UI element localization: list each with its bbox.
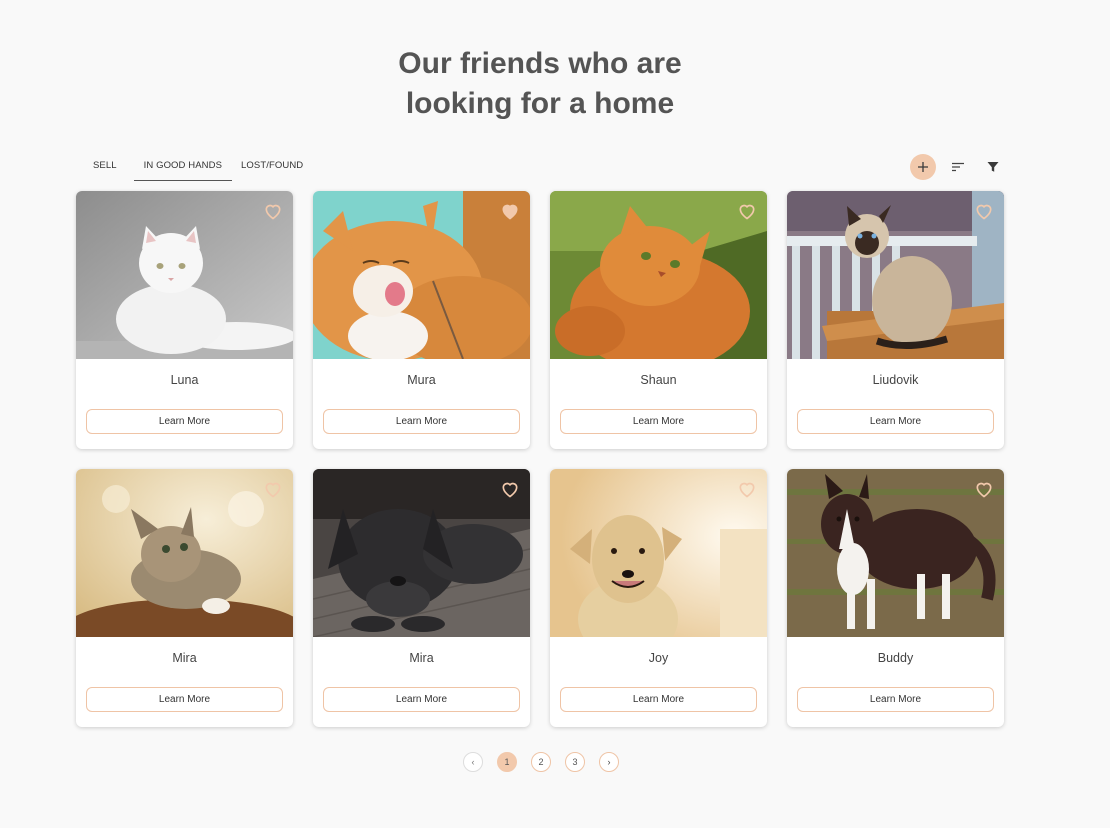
tabby-kitten-photo bbox=[76, 469, 293, 637]
learn-more-button[interactable]: Learn More bbox=[797, 687, 994, 712]
category-tabs: Sell In good hands Lost/Found bbox=[76, 150, 312, 182]
pet-photo[interactable] bbox=[313, 469, 530, 637]
pet-photo[interactable] bbox=[76, 191, 293, 359]
learn-more-button[interactable]: Learn More bbox=[86, 687, 283, 712]
siamese-cat-photo bbox=[787, 191, 1004, 359]
learn-more-button[interactable]: Learn More bbox=[560, 687, 757, 712]
filter-button[interactable] bbox=[980, 154, 1006, 180]
page-title-line-2: looking for a home bbox=[405, 87, 675, 120]
heart-icon[interactable] bbox=[974, 201, 994, 221]
pet-card: Shaun Learn More bbox=[550, 191, 767, 449]
pet-name: Joy bbox=[648, 651, 669, 665]
page-button-3[interactable]: 3 bbox=[565, 752, 585, 772]
ginger-cat-photo bbox=[313, 191, 530, 359]
pet-grid: Luna Learn More Mura Learn More Shaun Le… bbox=[76, 191, 1004, 727]
add-button[interactable] bbox=[910, 154, 936, 180]
heart-icon[interactable] bbox=[263, 201, 283, 221]
white-cat-photo bbox=[76, 191, 293, 359]
page-title-line-1: Our friends who are bbox=[398, 47, 682, 80]
pet-photo[interactable] bbox=[313, 191, 530, 359]
pet-photo[interactable] bbox=[550, 469, 767, 637]
black-puppy-photo bbox=[313, 469, 530, 637]
pet-photo[interactable] bbox=[550, 191, 767, 359]
pet-name: Shaun bbox=[640, 373, 677, 387]
orange-persian-cat-photo bbox=[550, 191, 767, 359]
pagination: ‹ 1 2 3 › bbox=[463, 752, 633, 772]
pet-card: Joy Learn More bbox=[550, 469, 767, 727]
pet-card: Buddy Learn More bbox=[787, 469, 1004, 727]
pet-name: Mura bbox=[407, 373, 436, 387]
sort-icon bbox=[952, 162, 964, 172]
border-collie-photo bbox=[787, 469, 1004, 637]
pet-photo[interactable] bbox=[76, 469, 293, 637]
heart-icon-filled[interactable] bbox=[500, 201, 520, 221]
heart-icon[interactable] bbox=[500, 479, 520, 499]
prev-page-button[interactable]: ‹ bbox=[463, 752, 483, 772]
learn-more-button[interactable]: Learn More bbox=[86, 409, 283, 434]
pet-card: Mira Learn More bbox=[76, 469, 293, 727]
toolbar bbox=[910, 154, 1015, 180]
tab-in-good-hands[interactable]: In good hands bbox=[133, 150, 233, 181]
pet-photo[interactable] bbox=[787, 191, 1004, 359]
pet-name: Liudovik bbox=[872, 373, 919, 387]
heart-icon[interactable] bbox=[974, 479, 994, 499]
heart-icon[interactable] bbox=[737, 201, 757, 221]
pet-photo[interactable] bbox=[787, 469, 1004, 637]
learn-more-button[interactable]: Learn More bbox=[797, 409, 994, 434]
sort-button[interactable] bbox=[945, 154, 971, 180]
pet-card: Luna Learn More bbox=[76, 191, 293, 449]
next-page-button[interactable]: › bbox=[599, 752, 619, 772]
filter-icon bbox=[987, 162, 999, 172]
pet-card: Mira Learn More bbox=[313, 469, 530, 727]
heart-icon[interactable] bbox=[263, 479, 283, 499]
plus-icon bbox=[918, 162, 928, 172]
learn-more-button[interactable]: Learn More bbox=[323, 409, 520, 434]
pet-name: Mira bbox=[409, 651, 434, 665]
page-title: Our friends who are looking for a home bbox=[0, 44, 1080, 124]
tab-sell[interactable]: Sell bbox=[76, 150, 134, 181]
pet-name: Mira bbox=[172, 651, 197, 665]
page-button-2[interactable]: 2 bbox=[531, 752, 551, 772]
pet-card: Liudovik Learn More bbox=[787, 191, 1004, 449]
tab-lost-found[interactable]: Lost/Found bbox=[232, 150, 312, 181]
page-button-1[interactable]: 1 bbox=[497, 752, 517, 772]
learn-more-button[interactable]: Learn More bbox=[560, 409, 757, 434]
learn-more-button[interactable]: Learn More bbox=[323, 687, 520, 712]
yellow-dog-photo bbox=[550, 469, 767, 637]
pet-name: Luna bbox=[170, 373, 199, 387]
pet-name: Buddy bbox=[877, 651, 914, 665]
heart-icon[interactable] bbox=[737, 479, 757, 499]
pet-card: Mura Learn More bbox=[313, 191, 530, 449]
